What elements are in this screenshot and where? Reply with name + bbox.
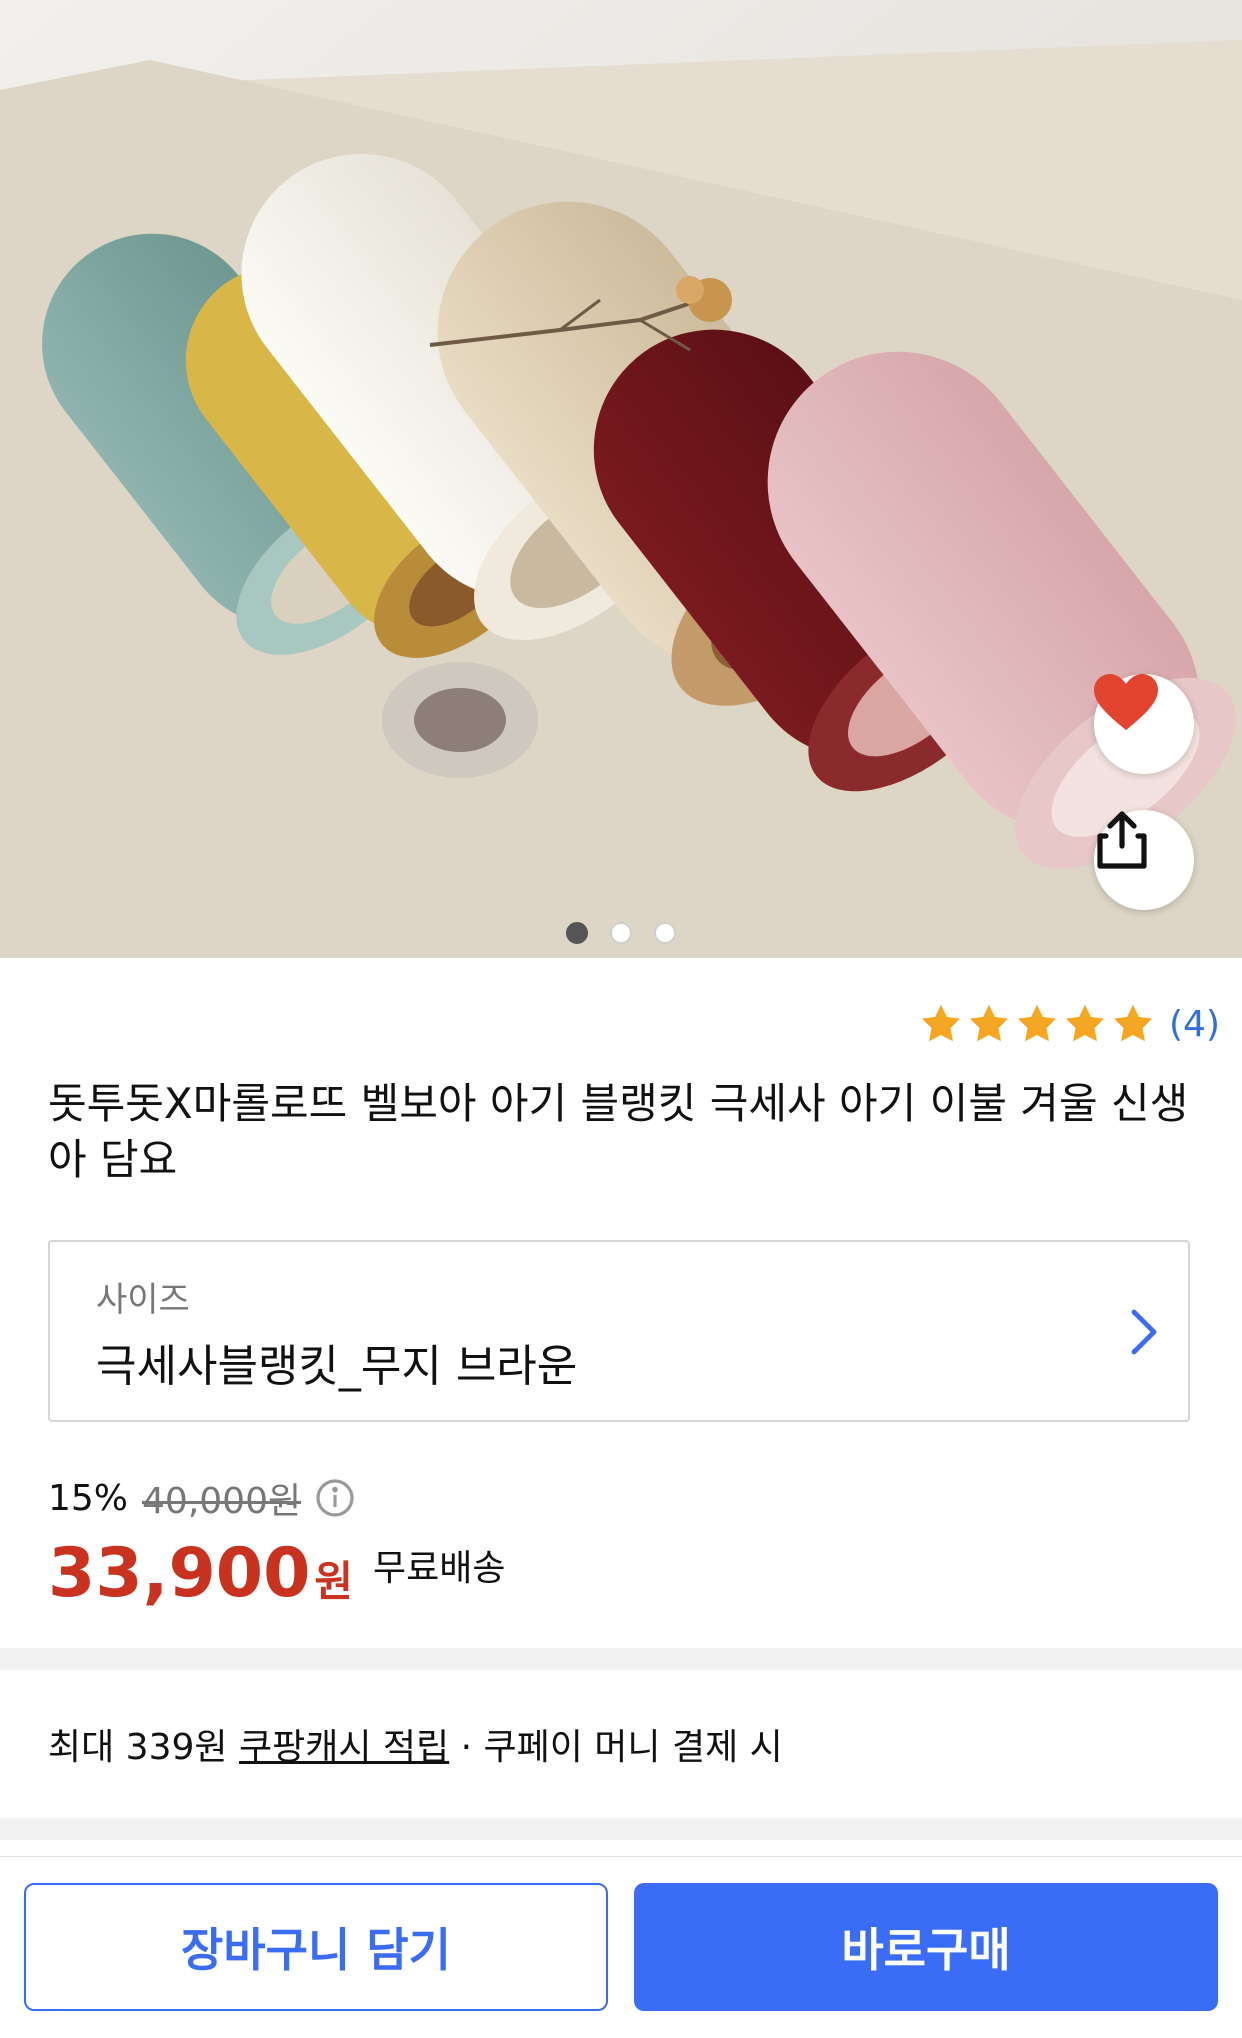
rating-count[interactable]: (4) <box>1169 1004 1220 1045</box>
info-icon[interactable] <box>315 1478 355 1518</box>
star-icon <box>1017 1004 1057 1042</box>
star-icon <box>969 1004 1009 1042</box>
pagination-dot[interactable] <box>566 922 588 944</box>
price-unit: 원 <box>314 1557 354 1606</box>
product-image[interactable] <box>0 0 1242 958</box>
price-original-row: 15% 40,000원 <box>48 1472 355 1524</box>
rating[interactable]: (4) <box>919 1002 1220 1046</box>
star-icon <box>921 1004 961 1042</box>
bottom-action-bar: 장바구니 담기 바로구매 <box>0 1856 1242 2038</box>
image-pagination <box>0 922 1242 944</box>
product-title: 돗투돗X마롤로뜨 벨보아 아기 블랭킷 극세사 아기 이불 겨울 신생아 담요 <box>48 1079 1189 1184</box>
blanket-photo <box>0 0 1242 958</box>
shipping-info: 무료배송 <box>373 1548 506 1589</box>
section-divider <box>0 1648 1242 1670</box>
option-label: 사이즈 <box>96 1280 190 1320</box>
discount-rate: 15% <box>48 1477 129 1519</box>
star-icon <box>1065 1004 1105 1042</box>
star-icon <box>1113 1004 1153 1042</box>
cashback-suffix: · 쿠페이 머니 결제 시 <box>449 1727 783 1768</box>
pagination-dot[interactable] <box>610 922 632 944</box>
sale-price: 33,900 <box>48 1534 311 1613</box>
buy-now-button[interactable]: 바로구매 <box>634 1883 1218 2011</box>
add-to-cart-button[interactable]: 장바구니 담기 <box>24 1883 608 2011</box>
size-option-selector[interactable]: 사이즈 극세사블랭킷_무지 브라운 <box>48 1240 1190 1422</box>
cashback-prefix: 최대 339원 <box>48 1727 239 1768</box>
heart-icon <box>1094 674 1158 730</box>
share-icon <box>1097 811 1147 869</box>
cashback-info: 최대 339원 쿠팡캐시 적립 · 쿠페이 머니 결제 시 <box>48 1718 783 1770</box>
section-divider <box>0 1818 1242 1840</box>
original-price: 40,000원 <box>142 1481 302 1522</box>
pagination-dot[interactable] <box>654 922 676 944</box>
chevron-right-icon <box>1131 1309 1157 1355</box>
sale-price-row: 33,900 원 무료배송 <box>48 1534 506 1613</box>
coupang-cash-link[interactable]: 쿠팡캐시 적립 <box>239 1727 449 1768</box>
wishlist-button[interactable] <box>1094 674 1194 774</box>
share-button[interactable] <box>1094 810 1194 910</box>
option-value: 극세사블랭킷_무지 브라운 <box>96 1341 578 1392</box>
